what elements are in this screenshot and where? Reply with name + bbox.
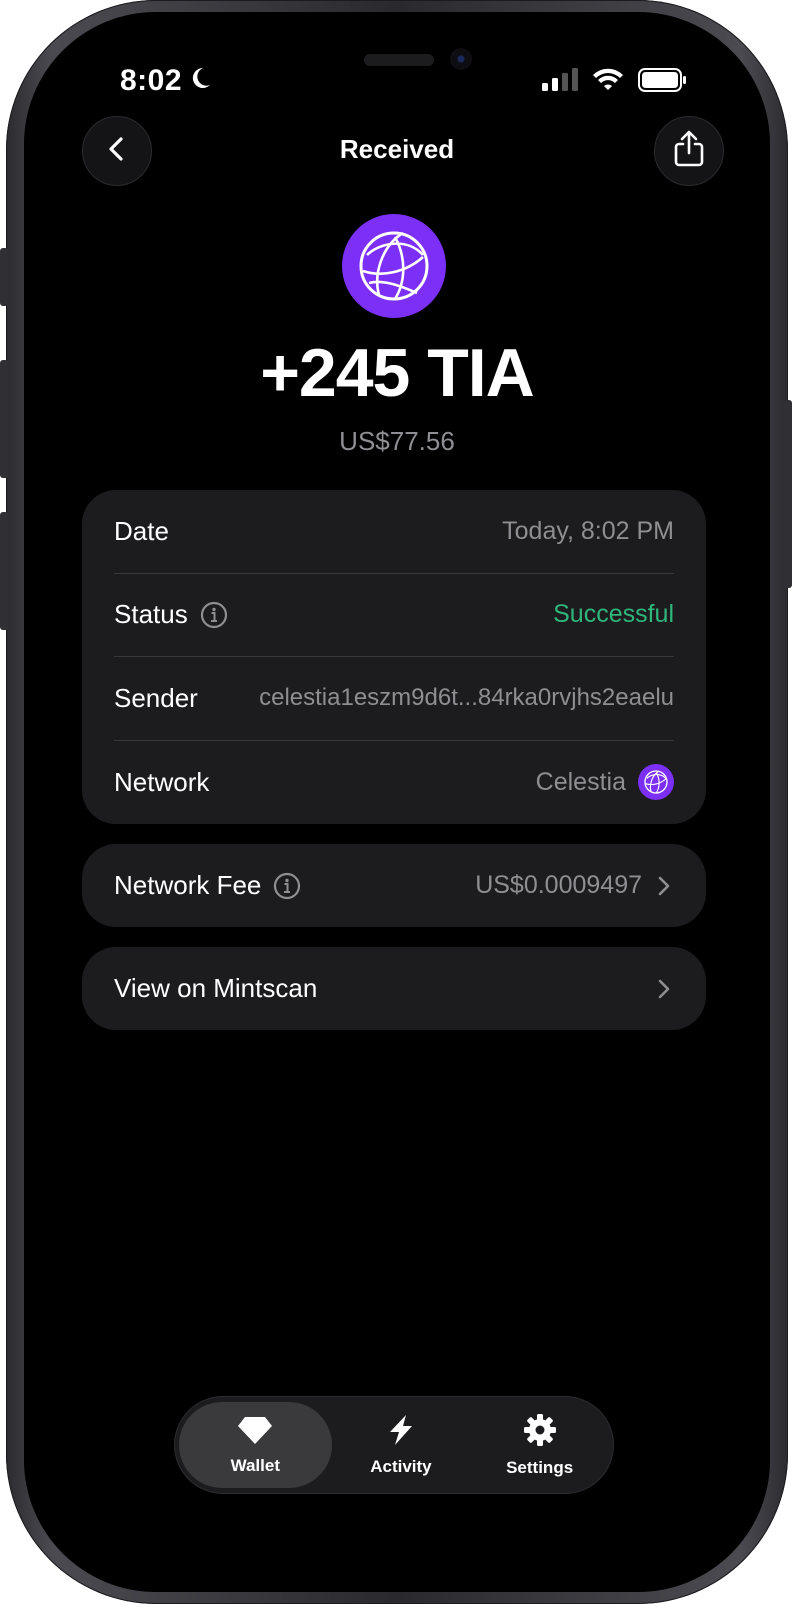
status-label-group: Status (114, 599, 228, 630)
clock-text: 8:02 (120, 64, 183, 97)
diamond-icon (237, 1415, 273, 1450)
date-row: Date Today, 8:02 PM (114, 490, 674, 574)
network-fee-info-icon[interactable] (273, 872, 301, 900)
date-label: Date (114, 515, 169, 546)
share-button[interactable] (654, 116, 724, 186)
chevron-right-icon (654, 875, 674, 897)
power-button (784, 400, 792, 588)
speaker (364, 54, 434, 66)
network-fee-row[interactable]: Network Fee US$0.0009497 (82, 844, 706, 927)
network-fee-label: Network Fee (114, 870, 262, 900)
transaction-details-card: Date Today, 8:02 PM Status Successful Se… (82, 490, 706, 824)
screen: 8:02 Received +245 TIA US$77.56 Date Tod… (24, 12, 770, 1592)
tab-activity[interactable]: Activity (332, 1402, 471, 1488)
received-amount: +245 TIA (260, 335, 535, 411)
tab-wallet[interactable]: Wallet (179, 1402, 332, 1488)
tab-wallet-label: Wallet (230, 1455, 280, 1475)
wifi-icon (592, 68, 624, 97)
network-value: Celestia (535, 767, 626, 796)
date-value: Today, 8:02 PM (502, 516, 674, 545)
gear-icon (523, 1413, 557, 1452)
network-value-group: Celestia (535, 764, 674, 801)
sender-label: Sender (114, 682, 198, 713)
status-label: Status (114, 599, 188, 630)
tab-activity-label: Activity (370, 1456, 432, 1476)
fiat-value: US$77.56 (339, 426, 455, 456)
view-on-explorer-row[interactable]: View on Mintscan (82, 947, 706, 1030)
celestia-network-icon (638, 764, 674, 801)
sender-address[interactable]: celestia1eszm9d6t...84rka0rvjhs2eaelu (259, 684, 674, 712)
front-camera (450, 48, 472, 70)
tab-settings-label: Settings (506, 1457, 574, 1477)
status-info-icon[interactable] (200, 601, 228, 629)
network-label: Network (114, 766, 210, 797)
action-button (0, 248, 8, 306)
share-icon (672, 130, 706, 173)
network-fee-value: US$0.0009497 (475, 871, 642, 899)
network-fee-label-group: Network Fee (114, 870, 301, 901)
status-bar-time: 8:02 (120, 64, 212, 98)
lightning-icon (386, 1414, 416, 1451)
chevron-right-icon (654, 978, 674, 1000)
view-on-explorer-label: View on Mintscan (114, 973, 318, 1003)
status-row: Status Successful (114, 574, 674, 657)
status-value: Successful (553, 600, 674, 629)
status-bar-indicators (542, 68, 688, 97)
phone-frame: 8:02 Received +245 TIA US$77.56 Date Tod… (0, 0, 792, 1604)
tab-settings[interactable]: Settings (470, 1402, 609, 1488)
moon-icon (188, 64, 212, 98)
network-row: Network Celestia (114, 741, 674, 825)
volume-down-button (0, 512, 8, 630)
battery-icon (638, 68, 688, 97)
volume-up-button (0, 360, 8, 478)
cellular-signal-icon (542, 68, 578, 97)
celestia-token-icon (342, 214, 446, 318)
sender-row[interactable]: Sender celestia1eszm9d6t...84rka0rvjhs2e… (114, 657, 674, 741)
network-fee-value-group: US$0.0009497 (475, 871, 674, 900)
bottom-tab-bar: Wallet Activity Settings (174, 1396, 614, 1494)
